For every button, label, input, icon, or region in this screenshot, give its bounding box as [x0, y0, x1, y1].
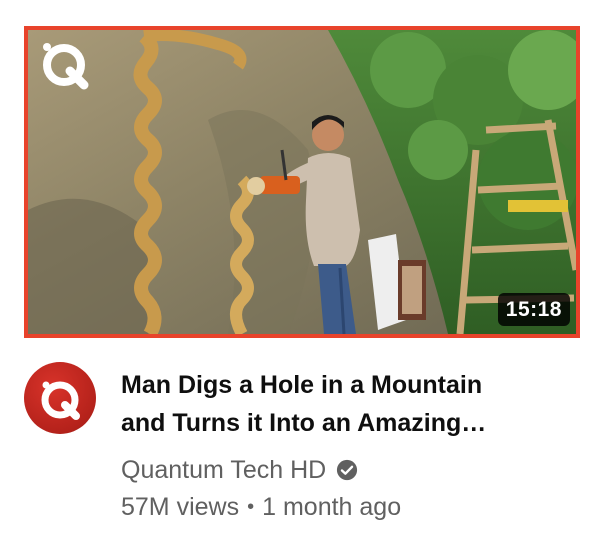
video-title[interactable]: Man Digs a Hole in a Mountain and Turns …	[121, 366, 551, 442]
video-metadata: Man Digs a Hole in a Mountain and Turns …	[24, 360, 580, 540]
video-thumbnail[interactable]: 15:18	[24, 26, 580, 338]
thumbnail-scene-image	[28, 30, 576, 334]
channel-avatar[interactable]	[24, 362, 96, 434]
video-card[interactable]: 15:18 Man Digs a Hole in a Mountain and …	[0, 0, 600, 560]
video-stats: 57M views • 1 month ago	[121, 490, 401, 524]
video-title-line-1: Man Digs a Hole in a Mountain	[121, 371, 483, 399]
video-title-line-2: and Turns it Into an Amazing…	[121, 409, 487, 437]
channel-name: Quantum Tech HD	[121, 455, 327, 484]
stats-separator: •	[247, 495, 255, 518]
duration-badge: 15:18	[497, 293, 570, 326]
verified-check-icon	[337, 459, 358, 481]
q-logo-icon	[43, 43, 89, 90]
q-logo-icon	[41, 381, 80, 420]
view-count: 57M views	[121, 492, 240, 521]
upload-age: 1 month ago	[262, 492, 402, 521]
channel-name-link[interactable]: Quantum Tech HD	[121, 453, 358, 487]
